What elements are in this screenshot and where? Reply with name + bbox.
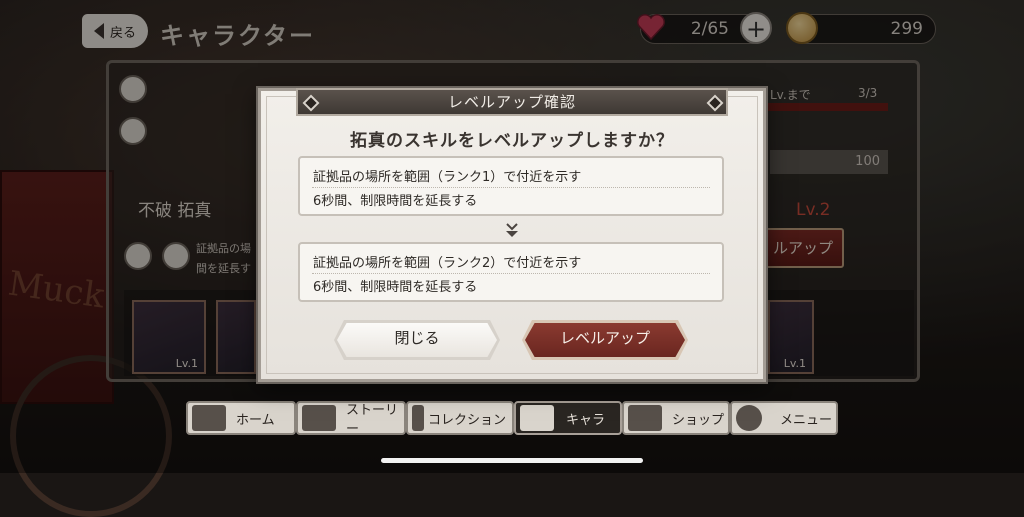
- character-icon: [520, 405, 554, 431]
- nav-home-label: ホーム: [236, 412, 275, 428]
- nav-menu[interactable]: メニュー: [730, 401, 838, 435]
- nav-character-label: キャラ: [566, 412, 606, 428]
- nav-story-label: ストーリー: [346, 403, 399, 437]
- next-skill-box: 証拠品の場所を範囲（ランク2）で付近を示す 6秒間、制限時間を延長する: [298, 242, 724, 302]
- home-indicator[interactable]: [381, 458, 643, 463]
- close-button[interactable]: 閉じる: [334, 320, 500, 360]
- close-button-label: 閉じる: [394, 329, 440, 347]
- shop-icon: [628, 405, 662, 431]
- dialog-title: レベルアップ確認: [296, 88, 728, 116]
- nav-home[interactable]: ホーム: [186, 401, 296, 435]
- next-skill-line1: 証拠品の場所を範囲（ランク2）で付近を示す: [313, 256, 582, 271]
- current-skill-line2: 6秒間、制限時間を延長する: [313, 194, 478, 209]
- house-icon: [192, 405, 226, 431]
- book-icon: [302, 405, 336, 431]
- dialog-question: 拓真のスキルをレベルアップしますか？: [350, 131, 674, 151]
- arrow-down-icon: [506, 223, 518, 237]
- nav-shop-label: ショップ: [672, 412, 725, 428]
- nav-story[interactable]: ストーリー: [296, 401, 406, 437]
- divider: [312, 273, 710, 274]
- next-skill-line2: 6秒間、制限時間を延長する: [313, 280, 478, 295]
- gear-icon: [736, 405, 762, 431]
- nav-collection-label: コレクション: [428, 412, 507, 428]
- nav-menu-label: メニュー: [780, 412, 833, 428]
- current-skill-line1: 証拠品の場所を範囲（ランク1）で付近を示す: [313, 170, 582, 185]
- nav-collection[interactable]: コレクション: [406, 401, 514, 435]
- collection-icon: [412, 405, 424, 431]
- current-skill-box: 証拠品の場所を範囲（ランク1）で付近を示す 6秒間、制限時間を延長する: [298, 156, 724, 216]
- nav-shop[interactable]: ショップ: [622, 401, 730, 435]
- nav-character[interactable]: キャラ: [514, 401, 622, 435]
- divider: [312, 187, 710, 188]
- levelup-button[interactable]: レベルアップ: [522, 320, 688, 360]
- levelup-button-label: レベルアップ: [559, 329, 650, 347]
